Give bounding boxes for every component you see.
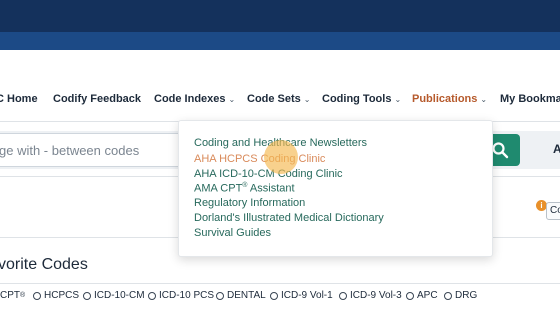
nav-home[interactable]: C Home — [0, 93, 38, 105]
radio-circle-icon — [339, 291, 347, 300]
menu-item-dorlands-dictionary[interactable]: Dorland's Illustrated Medical Dictionary — [194, 212, 384, 224]
nav-code-indexes-label: Code Indexes — [154, 93, 226, 105]
menu-item-survival-guides[interactable]: Survival Guides — [194, 227, 271, 239]
radio-icd10pcs[interactable]: ICD-10 PCS — [148, 290, 214, 301]
favorites-divider — [0, 283, 560, 284]
nav-coding-tools[interactable]: Coding Tools ⌄ — [322, 93, 401, 105]
radio-icd9vol1[interactable]: ICD-9 Vol-1 — [270, 290, 333, 301]
nav-publications-label: Publications — [412, 93, 478, 105]
radio-apc-label: APC — [417, 290, 438, 301]
publications-dropdown-menu: Coding and Healthcare Newsletters AHA HC… — [178, 120, 493, 257]
menu-item-newsletters[interactable]: Coding and Healthcare Newsletters — [194, 137, 367, 149]
chevron-down-icon: ⌄ — [228, 95, 236, 104]
nav-code-sets-label: Code Sets — [247, 93, 301, 105]
registered-mark: ® — [20, 292, 26, 299]
radio-cpt-label: CPT — [0, 290, 20, 301]
top-header-bar — [0, 0, 560, 32]
radio-icd10cm-label: ICD-10-CM — [94, 290, 145, 301]
advanced-search-link[interactable]: A — [553, 142, 560, 156]
radio-icd9vol3-label: ICD-9 Vol-3 — [350, 290, 402, 301]
nav-codify-feedback[interactable]: Codify Feedback — [53, 93, 141, 105]
nav-publications[interactable]: Publications ⌄ — [412, 93, 487, 105]
radio-circle-icon — [444, 291, 452, 300]
radio-dental[interactable]: DENTAL — [216, 290, 266, 301]
chevron-down-icon: ⌄ — [480, 95, 488, 104]
secondary-header-bar — [0, 32, 560, 50]
chevron-down-icon: ⌄ — [394, 95, 402, 104]
radio-circle-icon — [148, 291, 156, 300]
radio-hcpcs[interactable]: HCPCS — [33, 290, 79, 301]
search-icon — [492, 142, 509, 159]
radio-cpt[interactable]: CPT ® — [0, 290, 25, 301]
menu-item-cpt-assistant[interactable]: AMA CPT® Assistant — [194, 182, 295, 195]
radio-dental-label: DENTAL — [227, 290, 266, 301]
radio-icd9vol1-label: ICD-9 Vol-1 — [281, 290, 333, 301]
radio-circle-icon — [83, 291, 91, 300]
nav-coding-tools-label: Coding Tools — [322, 93, 392, 105]
radio-apc[interactable]: APC — [406, 290, 438, 301]
radio-circle-icon — [406, 291, 414, 300]
radio-circle-icon — [216, 291, 224, 300]
radio-hcpcs-label: HCPCS — [44, 290, 80, 301]
menu-item-icd10cm-coding-clinic[interactable]: AHA ICD-10-CM Coding Clinic — [194, 168, 343, 180]
radio-drg[interactable]: DRG — [444, 290, 477, 301]
code-set-radio-group: CPT ® HCPCS ICD-10-CM ICD-10 PCS DENTAL I… — [0, 290, 560, 306]
chevron-down-icon: ⌄ — [303, 95, 311, 104]
menu-item-cpt-label: AMA CPT — [194, 182, 243, 195]
radio-icd10cm[interactable]: ICD-10-CM — [83, 290, 145, 301]
radio-circle-icon — [33, 291, 41, 300]
nav-code-indexes[interactable]: Code Indexes ⌄ — [154, 93, 235, 105]
menu-item-hcpcs-coding-clinic[interactable]: AHA HCPCS Coding Clinic — [194, 153, 325, 165]
favorite-codes-title: vorite Codes — [0, 256, 88, 273]
radio-icd9vol3[interactable]: ICD-9 Vol-3 — [339, 290, 402, 301]
nav-code-sets[interactable]: Code Sets ⌄ — [247, 93, 311, 105]
main-navigation: C Home Codify Feedback Code Indexes ⌄ Cod… — [0, 88, 560, 112]
radio-drg-label: DRG — [455, 290, 478, 301]
menu-item-cpt-suffix: Assistant — [247, 182, 295, 195]
nav-my-bookmarks[interactable]: My Bookma — [500, 93, 560, 105]
radio-circle-icon — [270, 291, 278, 300]
menu-item-regulatory-information[interactable]: Regulatory Information — [194, 197, 305, 209]
radio-icd10pcs-label: ICD-10 PCS — [159, 290, 215, 301]
code-button[interactable]: Co — [546, 202, 560, 220]
